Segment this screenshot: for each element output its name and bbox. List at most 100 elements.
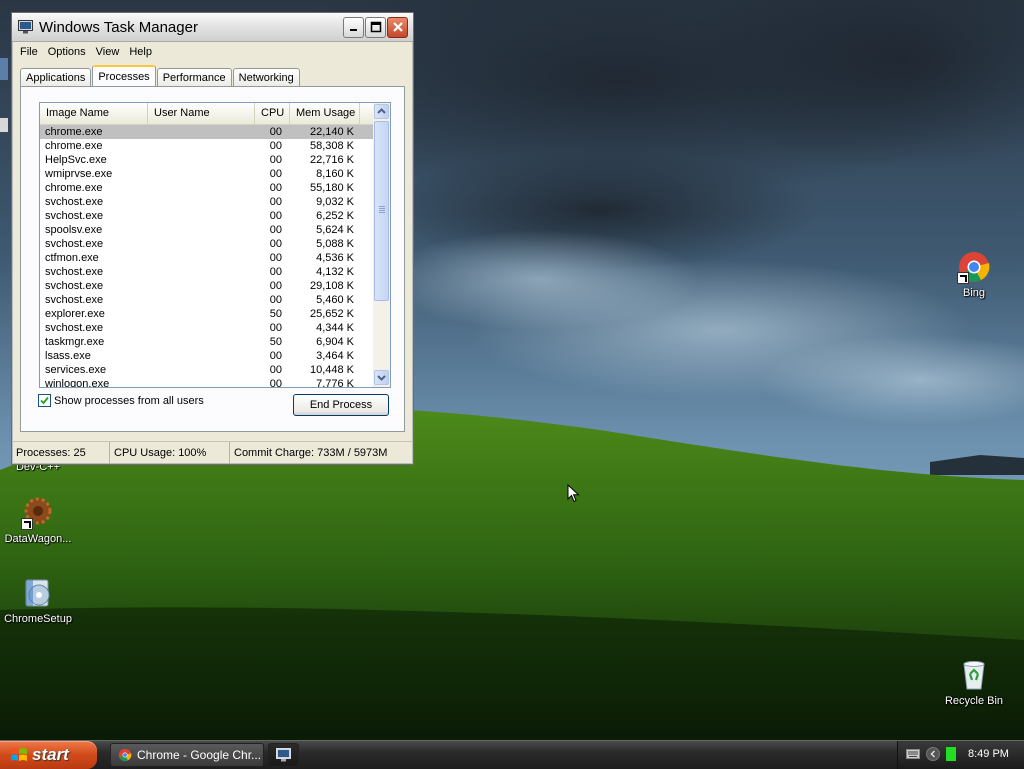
process-user-cell	[148, 265, 255, 279]
shortcut-arrow-icon	[21, 518, 33, 530]
process-cpu-cell: 00	[269, 294, 282, 306]
process-mem-cell: 5,624 K	[316, 224, 354, 236]
menu-help[interactable]: Help	[124, 46, 157, 58]
process-mem-cell: 4,536 K	[316, 252, 354, 264]
title-bar[interactable]: Windows Task Manager	[12, 13, 413, 42]
process-row[interactable]: winlogon.exe 00 7,776 K	[40, 377, 374, 387]
process-user-cell	[148, 251, 255, 265]
column-cpu[interactable]: CPU	[255, 103, 290, 124]
grip-line	[379, 208, 385, 209]
show-hidden-icons-button[interactable]	[926, 747, 940, 761]
checkmark-icon	[40, 396, 49, 405]
process-mem-cell: 10,448 K	[309, 364, 354, 376]
start-button[interactable]: start	[0, 741, 97, 769]
show-all-users-checkbox[interactable]: Show processes from all users	[38, 394, 204, 407]
process-user-cell	[148, 293, 255, 307]
process-row[interactable]: svchost.exe 00 5,460 K	[40, 293, 374, 307]
column-mem-usage[interactable]: Mem Usage	[290, 103, 360, 124]
close-button[interactable]	[387, 17, 408, 38]
scroll-up-button[interactable]	[374, 104, 389, 119]
system-tray: 8:49 PM	[897, 741, 1024, 769]
process-row[interactable]: explorer.exe 50 25,652 K	[40, 307, 374, 321]
process-cpu-cell: 00	[269, 224, 282, 236]
process-cpu-cell: 50	[269, 336, 282, 348]
process-mem-cell: 9,032 K	[316, 196, 354, 208]
process-mem-cell: 22,716 K	[309, 154, 354, 166]
maximize-button[interactable]	[365, 17, 386, 38]
grip-line	[379, 210, 385, 211]
desktop-icon-chrome-setup[interactable]: ChromeSetup	[0, 576, 76, 625]
process-user-cell	[148, 279, 255, 293]
minimize-button[interactable]	[343, 17, 364, 38]
process-name-cell: spoolsv.exe	[45, 224, 103, 236]
menu-view[interactable]: View	[91, 46, 125, 58]
process-cpu-cell: 00	[269, 182, 282, 194]
vertical-scrollbar[interactable]	[373, 103, 390, 387]
tab-processes[interactable]: Processes	[92, 65, 156, 87]
process-list[interactable]: Image Name User Name CPU Mem Usage chrom…	[39, 102, 391, 388]
process-row[interactable]: wmiprvse.exe 00 8,160 K	[40, 167, 374, 181]
column-user-name[interactable]: User Name	[148, 103, 255, 124]
process-row[interactable]: svchost.exe 00 4,344 K	[40, 321, 374, 335]
chrome-icon	[118, 748, 132, 762]
process-row[interactable]: HelpSvc.exe 00 22,716 K	[40, 153, 374, 167]
desktop-icon-label: ChromeSetup	[4, 613, 72, 625]
process-mem-cell: 5,088 K	[316, 238, 354, 250]
process-row[interactable]: svchost.exe 00 29,108 K	[40, 279, 374, 293]
process-mem-cell: 3,464 K	[316, 350, 354, 362]
process-mem-cell: 22,140 K	[309, 126, 354, 138]
process-row[interactable]: ctfmon.exe 00 4,536 K	[40, 251, 374, 265]
chevron-down-icon	[377, 375, 386, 381]
process-row[interactable]: chrome.exe 00 58,308 K	[40, 139, 374, 153]
process-row[interactable]: svchost.exe 00 6,252 K	[40, 209, 374, 223]
menu-options[interactable]: Options	[43, 46, 91, 58]
tab-applications[interactable]: Applications	[20, 68, 92, 86]
chrome-icon	[957, 250, 991, 284]
process-cpu-cell: 50	[269, 308, 282, 320]
process-name-cell: svchost.exe	[45, 266, 104, 278]
process-mem-cell: 6,252 K	[316, 210, 354, 222]
menu-bar: File Options View Help	[12, 42, 413, 62]
end-process-button[interactable]: End Process	[293, 394, 389, 416]
process-cpu-cell: 00	[269, 364, 282, 376]
process-row[interactable]: lsass.exe 00 3,464 K	[40, 349, 374, 363]
process-row[interactable]: chrome.exe 00 22,140 K	[40, 125, 374, 139]
desktop-icon-bing[interactable]: Bing	[936, 250, 1012, 299]
partial-desktop-icon-middle[interactable]	[0, 118, 8, 132]
checkbox-box[interactable]	[38, 394, 51, 407]
column-image-name[interactable]: Image Name	[40, 103, 148, 124]
process-row[interactable]: services.exe 00 10,448 K	[40, 363, 374, 377]
process-name-cell: chrome.exe	[45, 182, 103, 194]
process-user-cell	[148, 195, 255, 209]
list-header: Image Name User Name CPU Mem Usage	[40, 103, 390, 125]
process-row[interactable]: chrome.exe 00 55,180 K	[40, 181, 374, 195]
status-commit-charge: Commit Charge: 733M / 5973M	[234, 447, 388, 459]
clock[interactable]: 8:49 PM	[968, 748, 1009, 760]
process-user-cell	[148, 167, 255, 181]
process-user-cell	[148, 363, 255, 377]
process-row[interactable]: svchost.exe 00 4,132 K	[40, 265, 374, 279]
process-mem-cell: 29,108 K	[309, 280, 354, 292]
desktop-icon-label: DataWagon...	[4, 533, 72, 545]
desktop-icon-label: Bing	[962, 287, 986, 299]
tab-networking[interactable]: Networking	[232, 68, 300, 86]
process-cpu-cell: 00	[269, 196, 282, 208]
desktop-icon-recycle-bin[interactable]: Recycle Bin	[936, 658, 1012, 707]
taskbar-button-chrome[interactable]: Chrome - Google Chr...	[110, 743, 264, 767]
partial-desktop-icon-top[interactable]	[0, 58, 8, 80]
status-indicator-icon[interactable]	[946, 747, 956, 761]
process-row[interactable]: svchost.exe 00 9,032 K	[40, 195, 374, 209]
recycle-bin-icon	[957, 658, 991, 692]
tab-performance[interactable]: Performance	[156, 68, 232, 86]
process-row[interactable]: taskmgr.exe 50 6,904 K	[40, 335, 374, 349]
scroll-down-button[interactable]	[374, 370, 389, 385]
taskbar-button-task-manager[interactable]	[268, 743, 299, 767]
desktop-icon-datawagon[interactable]: DataWagon...	[0, 496, 76, 545]
process-row[interactable]: spoolsv.exe 00 5,624 K	[40, 223, 374, 237]
process-cpu-cell: 00	[269, 322, 282, 334]
menu-file[interactable]: File	[15, 46, 43, 58]
process-row[interactable]: svchost.exe 00 5,088 K	[40, 237, 374, 251]
scrollbar-thumb[interactable]	[374, 121, 389, 301]
keyboard-icon[interactable]	[906, 749, 920, 759]
process-name-cell: lsass.exe	[45, 350, 91, 362]
